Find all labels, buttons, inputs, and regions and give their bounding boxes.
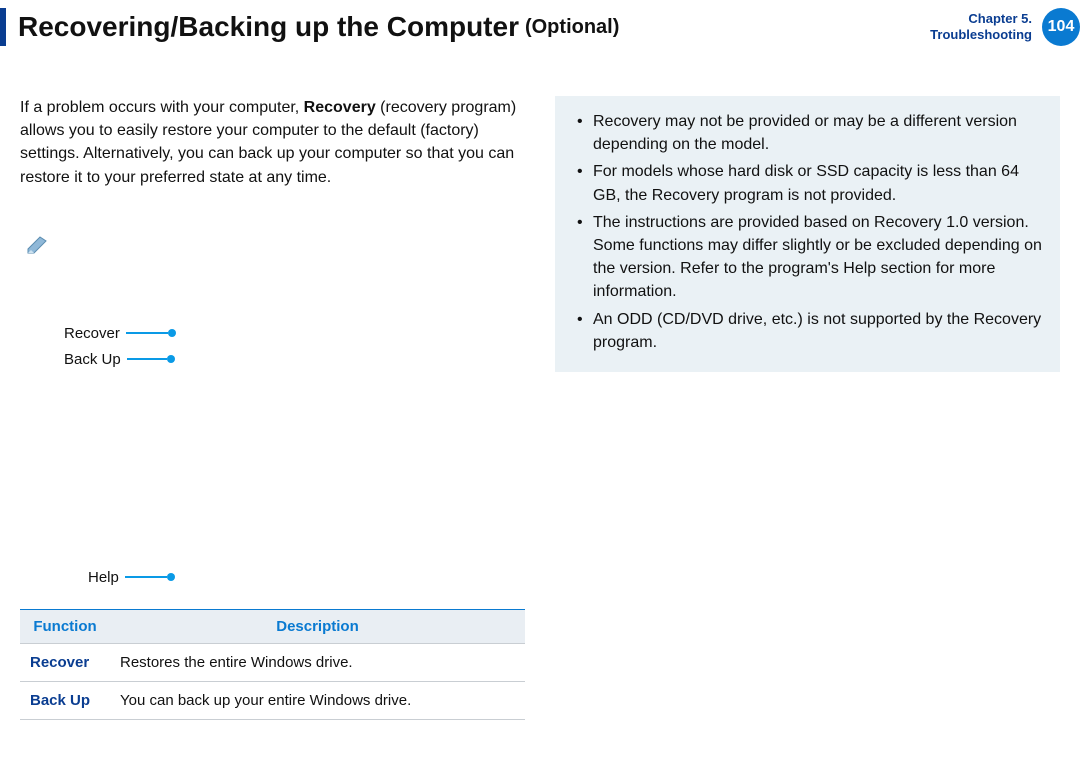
table-row: Recover Restores the entire Windows driv…	[20, 643, 525, 681]
note-icon	[26, 235, 50, 255]
function-table: Function Description Recover Restores th…	[20, 609, 525, 720]
chapter-line1: Chapter 5.	[930, 11, 1032, 27]
callout-help: Help	[88, 569, 167, 586]
callout-dot	[168, 329, 176, 337]
page-number-badge: 104	[1042, 8, 1080, 46]
callout-dot	[167, 573, 175, 581]
page-title-optional: (Optional)	[525, 16, 619, 39]
th-description: Description	[110, 609, 525, 643]
page-header: Recovering/Backing up the Computer (Opti…	[0, 0, 1080, 46]
callout-line	[127, 358, 167, 360]
info-item: An ODD (CD/DVD drive, etc.) is not suppo…	[577, 308, 1044, 354]
info-list: Recovery may not be provided or may be a…	[577, 110, 1044, 354]
info-item: The instructions are provided based on R…	[577, 211, 1044, 304]
header-right: Chapter 5. Troubleshooting 104	[930, 8, 1080, 46]
chapter-line2: Troubleshooting	[930, 27, 1032, 43]
callout-recover: Recover	[64, 325, 168, 342]
cell-function-name: Recover	[20, 643, 110, 681]
recovery-screenshot-area: Recover Back Up Help	[20, 229, 525, 599]
intro-paragraph: If a problem occurs with your computer, …	[20, 96, 525, 189]
page-number: 104	[1048, 18, 1075, 36]
right-column: Recovery may not be provided or may be a…	[555, 96, 1060, 720]
chapter-label: Chapter 5. Troubleshooting	[930, 11, 1032, 44]
cell-function-name: Back Up	[20, 681, 110, 719]
cell-description: Restores the entire Windows drive.	[110, 643, 525, 681]
info-note-box: Recovery may not be provided or may be a…	[555, 96, 1060, 372]
content-area: If a problem occurs with your computer, …	[0, 46, 1080, 720]
info-item: For models whose hard disk or SSD capaci…	[577, 160, 1044, 206]
table-header-row: Function Description	[20, 609, 525, 643]
callout-help-label: Help	[88, 569, 119, 586]
callout-line	[125, 576, 167, 578]
left-column: If a problem occurs with your computer, …	[20, 96, 525, 720]
info-item: Recovery may not be provided or may be a…	[577, 110, 1044, 156]
th-function: Function	[20, 609, 110, 643]
intro-part1: If a problem occurs with your computer,	[20, 99, 304, 116]
title-accent-bar	[0, 8, 6, 46]
callout-backup: Back Up	[64, 351, 167, 368]
title-block: Recovering/Backing up the Computer (Opti…	[0, 8, 619, 46]
table-row: Back Up You can back up your entire Wind…	[20, 681, 525, 719]
intro-bold: Recovery	[304, 99, 376, 116]
cell-description: You can back up your entire Windows driv…	[110, 681, 525, 719]
callout-line	[126, 332, 168, 334]
callout-backup-label: Back Up	[64, 351, 121, 368]
page-title: Recovering/Backing up the Computer	[18, 11, 519, 43]
callout-recover-label: Recover	[64, 325, 120, 342]
callout-dot	[167, 355, 175, 363]
